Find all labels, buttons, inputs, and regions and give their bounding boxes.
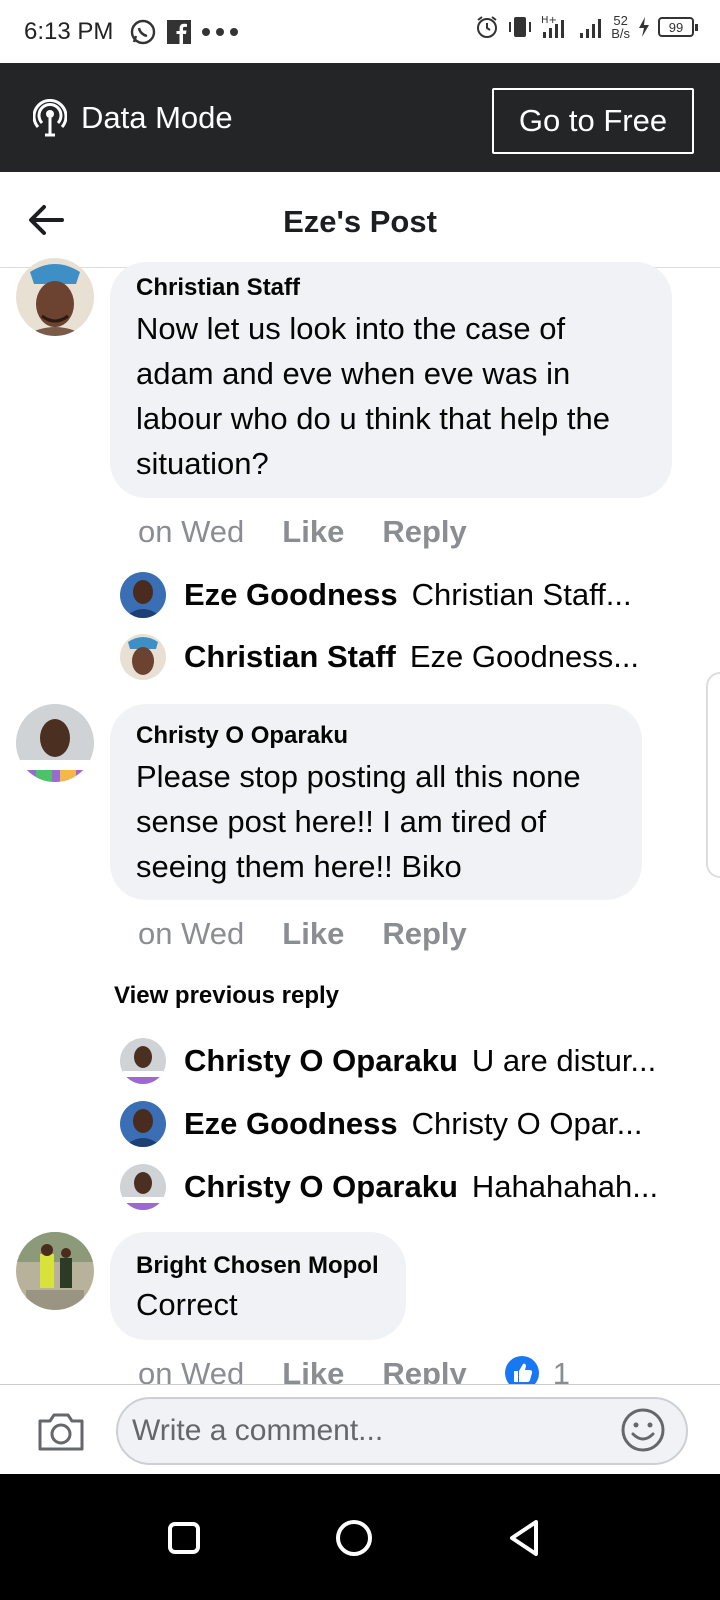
charging-icon [639,17,649,37]
like-button[interactable]: Like [282,1356,344,1384]
reply-author: Eze Goodness [184,577,398,612]
scroll-handle[interactable] [706,672,720,878]
comment-time: on Wed [138,1356,245,1384]
reply-preview[interactable]: Christy O Oparaku U are distur... [120,1038,680,1084]
reply-preview[interactable]: Eze Goodness Christian Staff... [120,572,680,618]
whatsapp-icon [131,19,156,44]
signal-h-plus-icon: H+ [541,15,565,38]
reaction-count: 1 [552,1356,570,1384]
comment-composer [0,1384,720,1474]
recents-square-icon[interactable] [162,1516,206,1560]
vibrate-icon [509,17,532,37]
avatar-christy-o-oparaku[interactable] [16,704,94,782]
more-notifications-icon [202,27,239,36]
network-speed-unit: B/s [611,26,630,41]
like-button[interactable]: Like [282,514,344,550]
reply-author: Christian Staff [184,639,396,674]
comment-actions: on Wed Like Reply [138,916,467,952]
alarm-icon [477,16,498,38]
reply-preview[interactable]: Christian Staff Eze Goodness... [120,634,680,680]
status-time: 6:13 PM [24,17,114,45]
avatar-bright-chosen-mopol[interactable] [16,1232,94,1310]
battery-icon: 99 [658,17,698,37]
page-title: Eze's Post [283,204,437,239]
comment-author[interactable]: Christian Staff [136,274,646,302]
back-triangle-icon[interactable] [502,1516,546,1560]
comment-bubble[interactable]: Christian Staff Now let us look into the… [110,262,672,498]
avatar-christian-staff[interactable] [16,258,94,336]
data-mode-label: Data Mode [81,99,233,135]
reply-author: Christy O Oparaku [184,1169,458,1204]
comment-bubble[interactable]: Bright Chosen Mopol Correct [110,1232,406,1340]
avatar-eze-goodness [120,572,166,618]
network-speed: 52 B/s [611,14,630,40]
home-circle-icon[interactable] [332,1516,376,1560]
avatar-christy-o-oparaku [120,1038,166,1084]
comment-time: on Wed [138,916,245,951]
comment-author[interactable]: Bright Chosen Mopol [136,1252,380,1280]
reply-preview[interactable]: Christy O Oparaku Hahahahah... [120,1164,680,1210]
comment-input[interactable] [116,1397,688,1465]
reply-text: Christy O Opar... [411,1106,643,1141]
view-previous-reply-link[interactable]: View previous reply [114,982,339,1010]
svg-text:H+: H+ [541,15,557,26]
reply-button[interactable]: Reply [382,1356,466,1384]
like-button[interactable]: Like [282,916,344,952]
facebook-icon [167,19,192,44]
avatar-eze-goodness [120,1101,166,1147]
reply-button[interactable]: Reply [382,916,466,952]
signal-icon [580,19,602,38]
post-header: Eze's Post [0,172,720,268]
comment-author[interactable]: Christy O Oparaku [136,722,616,750]
reply-text: Christian Staff... [411,577,632,612]
status-bar: 6:13 PM H+ 52 B/s 99 [0,0,720,63]
reply-text: Hahahahah... [471,1169,659,1204]
reply-text: Eze Goodness... [409,639,640,674]
system-status-icons: H+ 52 B/s 99 [475,14,698,40]
reaction-summary[interactable]: 1 [504,1356,570,1384]
comment-actions: on Wed Like Reply [138,514,467,550]
reply-author: Christy O Oparaku [184,1043,458,1078]
avatar-christy-o-oparaku [120,1164,166,1210]
reply-preview[interactable]: Eze Goodness Christy O Opar... [120,1101,680,1147]
notification-icons [129,18,239,46]
reply-text: U are distur... [471,1043,657,1078]
comment-time: on Wed [138,514,245,549]
comment-text: Now let us look into the case of adam an… [136,311,610,481]
reply-button[interactable]: Reply [382,514,466,550]
like-reaction-icon [504,1356,539,1384]
comment-actions: on Wed Like Reply 1 [138,1356,570,1384]
battery-level: 99 [668,19,684,35]
data-mode-bar: Data Mode Go to Free [0,63,720,172]
system-navigation-bar [0,1474,720,1600]
emoji-icon[interactable] [620,1407,666,1453]
data-mode-broadcast-icon [33,98,67,136]
comment-text: Please stop posting all this none sense … [136,759,581,884]
comment-bubble[interactable]: Christy O Oparaku Please stop posting al… [110,704,642,900]
camera-icon[interactable] [36,1409,86,1453]
comment-text: Correct [136,1287,238,1322]
reply-author: Eze Goodness [184,1106,398,1141]
go-to-free-button[interactable]: Go to Free [492,88,694,154]
avatar-christian-staff [120,634,166,680]
